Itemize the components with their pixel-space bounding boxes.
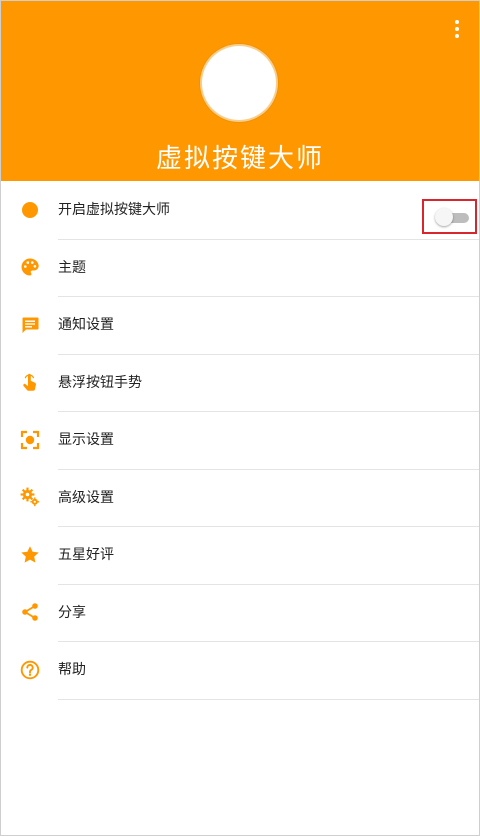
list-item-theme[interactable]: 主题 bbox=[1, 240, 479, 297]
gears-icon bbox=[20, 487, 40, 507]
help-icon bbox=[20, 660, 40, 680]
list-item-help[interactable]: 帮助 bbox=[1, 642, 479, 700]
app-title: 虚拟按键大师 bbox=[155, 144, 324, 174]
message-icon bbox=[20, 315, 40, 335]
settings-list: 开启虚拟按键大师 主题 通知设置 悬浮按钮手势 显示设置 高级设置 五星好评 分… bbox=[1, 182, 479, 700]
app-screen: 虚拟按键大师 开启虚拟按键大师 主题 通知设置 悬浮按钮手势 显示设置 高级设置… bbox=[0, 0, 480, 836]
list-item-enable[interactable]: 开启虚拟按键大师 bbox=[1, 182, 479, 240]
divider bbox=[58, 698, 479, 700]
list-item-label: 分享 bbox=[58, 604, 86, 621]
list-item-label: 五星好评 bbox=[58, 547, 114, 563]
list-item-label: 通知设置 bbox=[58, 317, 114, 333]
header: 虚拟按键大师 bbox=[1, 1, 479, 181]
touch-gesture-icon bbox=[20, 372, 40, 392]
list-item-label: 显示设置 bbox=[58, 432, 114, 448]
screen-focus-icon bbox=[20, 430, 40, 450]
circle-dot-icon bbox=[20, 200, 40, 220]
list-item-label: 开启虚拟按键大师 bbox=[58, 202, 170, 218]
enable-toggle[interactable] bbox=[422, 199, 477, 234]
list-item-rate[interactable]: 五星好评 bbox=[1, 527, 479, 585]
menu-dot bbox=[455, 20, 459, 24]
menu-dot bbox=[455, 27, 459, 31]
more-vert-icon[interactable] bbox=[445, 15, 469, 43]
toggle-thumb bbox=[435, 208, 453, 226]
list-item-display[interactable]: 显示设置 bbox=[1, 412, 479, 470]
list-item-label: 悬浮按钮手势 bbox=[58, 374, 142, 391]
list-item-advanced[interactable]: 高级设置 bbox=[1, 470, 479, 527]
list-item-notification[interactable]: 通知设置 bbox=[1, 297, 479, 355]
palette-icon bbox=[20, 257, 40, 277]
list-item-share[interactable]: 分享 bbox=[1, 585, 479, 642]
share-icon bbox=[20, 602, 40, 622]
list-item-label: 主题 bbox=[58, 259, 86, 276]
list-item-label: 帮助 bbox=[58, 662, 86, 678]
avatar bbox=[202, 46, 276, 120]
list-item-label: 高级设置 bbox=[58, 489, 114, 506]
star-icon bbox=[20, 545, 40, 565]
menu-dot bbox=[455, 34, 459, 38]
list-item-gesture[interactable]: 悬浮按钮手势 bbox=[1, 355, 479, 412]
